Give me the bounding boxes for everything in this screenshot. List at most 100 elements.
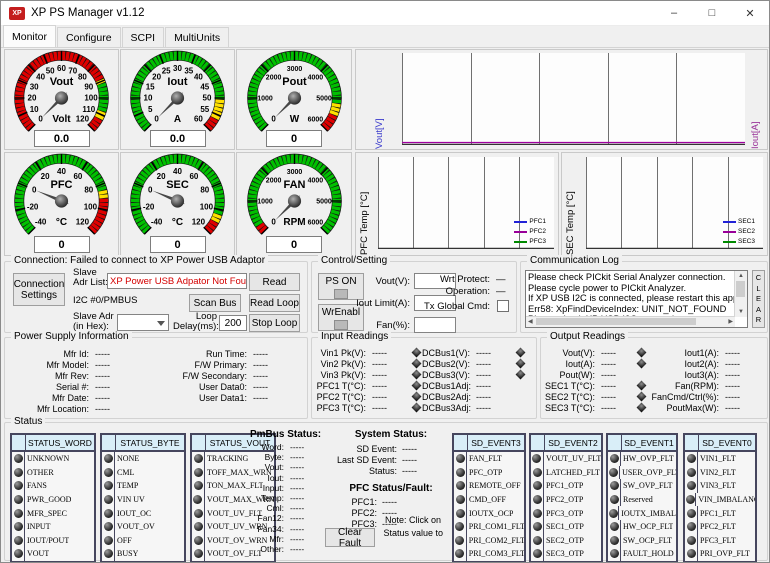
gauge-value-fan: 0 xyxy=(266,236,322,253)
status-led xyxy=(455,549,464,558)
status-led xyxy=(456,495,465,504)
scroll-down-icon[interactable]: ▼ xyxy=(738,309,744,315)
svg-text:0: 0 xyxy=(148,185,153,194)
pmbus-label: Byte: xyxy=(250,452,284,462)
system-status-row: Status:----- xyxy=(333,465,449,476)
read-button[interactable]: Read xyxy=(249,273,300,291)
pmbus-value[interactable]: ----- xyxy=(284,503,304,513)
maximize-button[interactable]: □ xyxy=(693,1,731,25)
scroll-right-icon[interactable]: ▶ xyxy=(728,319,733,325)
status-label: SW_OCP_FLT xyxy=(621,536,672,545)
status-led xyxy=(104,536,113,545)
reading-label: PFC1 T(°C): xyxy=(316,381,366,391)
pmbus-value[interactable]: ----- xyxy=(284,483,304,493)
slave-adr-hex-label: Slave Adr (in Hex): xyxy=(73,312,115,332)
scan-bus-button[interactable]: Scan Bus xyxy=(189,294,241,312)
status-row: VIN1_FLT xyxy=(685,452,755,466)
pmbus-value[interactable]: ----- xyxy=(284,513,304,523)
status-label: FAULT_HOLD xyxy=(621,549,674,558)
pmbus-label: Mfr: xyxy=(250,534,284,544)
tx-global-label: Tx Global Cmd: xyxy=(416,302,490,312)
status-led xyxy=(194,468,203,477)
reading-label: SEC3 T(°C): xyxy=(543,403,595,413)
hscroll-thumb[interactable] xyxy=(536,318,696,325)
reading-row: DCBus2(V):----- xyxy=(422,358,524,369)
status-led xyxy=(610,495,619,504)
fan-set-field[interactable] xyxy=(414,317,456,333)
reading-row: Mfr Id:----- xyxy=(11,348,139,359)
led-cell xyxy=(454,479,467,493)
comm-log-textarea[interactable]: Please check PICkit Serial Analyzer conn… xyxy=(525,270,748,328)
scroll-up-icon[interactable]: ▲ xyxy=(738,273,744,279)
svg-text:5000: 5000 xyxy=(316,199,332,206)
loop-delay-field[interactable]: 200 xyxy=(219,315,247,331)
minimize-button[interactable]: – xyxy=(655,1,693,25)
system-status-value[interactable]: ----- xyxy=(397,466,417,476)
pmbus-row: Fan34:----- xyxy=(250,524,328,534)
tab-strip: Monitor Configure SCPI MultiUnits xyxy=(1,25,769,48)
reading-label: Mfr Model: xyxy=(11,360,89,370)
slave-adr-list-field[interactable]: XP Power USB Adpator Not Found xyxy=(107,273,247,289)
close-button[interactable]: ✕ xyxy=(731,1,769,25)
stop-loop-button[interactable]: Stop Loop xyxy=(249,314,300,332)
status-led xyxy=(610,549,619,558)
scroll-left-icon[interactable]: ◀ xyxy=(528,319,533,325)
status-row: SEC2_OTP xyxy=(531,534,601,548)
pfc-status-value[interactable]: ----- xyxy=(377,497,397,507)
status-label: FANS xyxy=(25,481,47,490)
tab-scpi[interactable]: SCPI xyxy=(122,27,165,47)
reading-value: ----- xyxy=(595,403,629,413)
pmbus-value[interactable]: ----- xyxy=(284,462,304,472)
communication-log-group: Communication Log Please check PICkit Se… xyxy=(520,261,768,333)
status-led xyxy=(533,522,542,531)
status-led xyxy=(610,454,619,463)
connection-settings-button[interactable]: Connection Settings xyxy=(13,273,65,306)
slave-adr-dropdown[interactable] xyxy=(117,314,169,331)
reading-value: ----- xyxy=(247,349,293,359)
status-row: IOUTX_IMBALA.. xyxy=(608,506,676,520)
tab-multiunits[interactable]: MultiUnits xyxy=(165,27,229,47)
status-label: VOUT xyxy=(25,549,49,558)
pmbus-value[interactable]: ----- xyxy=(284,493,304,503)
reading-value: ----- xyxy=(719,359,761,369)
led-cell xyxy=(102,534,115,548)
wrt-protect-label: Wrt Protect: xyxy=(430,275,490,285)
read-loop-button[interactable]: Read Loop xyxy=(249,294,300,312)
horizontal-scrollbar[interactable]: ◀ ▶ xyxy=(526,316,735,327)
status-label: OTHER xyxy=(25,468,54,477)
pmbus-value[interactable]: ----- xyxy=(284,452,304,462)
tx-global-checkbox[interactable] xyxy=(497,300,509,312)
pmbus-value[interactable]: ----- xyxy=(284,524,304,534)
tab-monitor[interactable]: Monitor xyxy=(3,25,56,47)
status-label: IOUTX_OCP xyxy=(467,509,513,518)
system-status-value[interactable]: ----- xyxy=(397,455,417,465)
reading-label: User Data0: xyxy=(155,382,247,392)
gauge-hub xyxy=(287,91,300,104)
operation-value: — xyxy=(496,287,506,297)
svg-text:0: 0 xyxy=(38,115,43,124)
svg-text:40: 40 xyxy=(36,73,45,82)
pmbus-value[interactable]: ----- xyxy=(284,473,304,483)
clear-log-button[interactable]: CLEAR xyxy=(752,270,765,328)
reading-value: ----- xyxy=(595,392,629,402)
clear-button-letter: L xyxy=(756,285,760,293)
svg-text:50: 50 xyxy=(46,66,55,75)
chart-pfc-temp: PFC Temp [°C] PFC1PFC2PFC3 xyxy=(355,152,559,256)
status-label: PWR_GOOD xyxy=(25,495,71,504)
status-led xyxy=(104,509,113,518)
clear-fault-button[interactable]: Clear Fault xyxy=(325,528,375,547)
loop-delay-label: Loop Delay(ms): xyxy=(173,312,217,332)
reading-row: PFC2 T(°C):----- xyxy=(316,391,420,402)
vertical-scrollbar[interactable]: ▲ ▼ xyxy=(734,271,747,317)
tab-configure[interactable]: Configure xyxy=(57,27,121,47)
status-label: Reserved xyxy=(621,495,653,504)
gauge-value-vout: 0.0 xyxy=(34,130,90,147)
vscroll-thumb[interactable] xyxy=(736,281,745,297)
pmbus-label: Word: xyxy=(250,442,284,452)
system-status-value[interactable]: ----- xyxy=(397,444,417,454)
gauge-panel-sec: -40-20020406080100120SEC°C0 xyxy=(120,152,235,256)
pmbus-value[interactable]: ----- xyxy=(284,544,304,554)
pmbus-value[interactable]: ----- xyxy=(284,534,304,544)
pmbus-row: Mfr:----- xyxy=(250,534,328,544)
pmbus-value[interactable]: ----- xyxy=(284,442,304,452)
